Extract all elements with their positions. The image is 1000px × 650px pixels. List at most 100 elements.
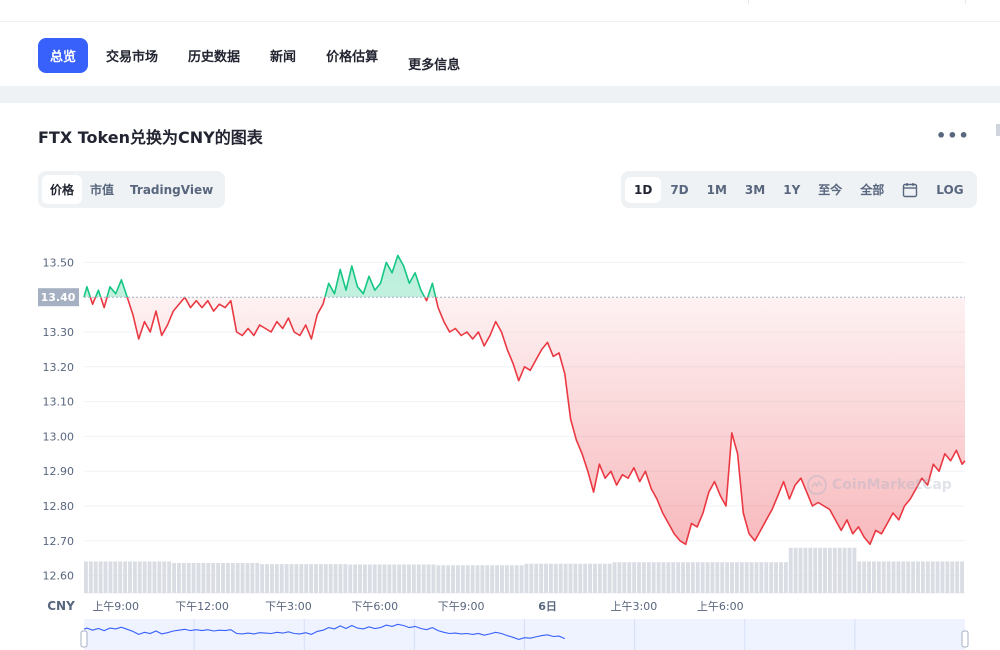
volume-bar (676, 562, 681, 593)
volume-bar (539, 563, 544, 593)
volume-bar (289, 564, 294, 593)
volume-bar (519, 565, 524, 593)
volume-bar (925, 561, 930, 593)
volume-bar (480, 565, 485, 593)
volume-bar (583, 563, 588, 593)
tab-more-info[interactable]: 更多信息 (396, 38, 472, 81)
range-log[interactable]: LOG (927, 177, 972, 203)
volume-bar (950, 561, 955, 593)
volume-bar (162, 561, 167, 593)
volume-bar (700, 562, 705, 593)
volume-bar (152, 561, 157, 593)
volume-bar (681, 562, 686, 593)
price-chart[interactable]: 13.40 13.50 13.30 13.20 13.10 13.00 12.90 12.8… (0, 215, 1000, 650)
volume-bar (446, 565, 451, 593)
range-1y[interactable]: 1Y (774, 177, 809, 203)
volume-bar (911, 561, 916, 593)
divider (748, 0, 749, 4)
volume-bar (240, 562, 245, 593)
volume-bar (411, 564, 416, 593)
y-tick-label: 13.00 (43, 430, 75, 443)
volume-bar (441, 565, 446, 593)
tab-historical-data[interactable]: 历史数据 (176, 38, 252, 73)
volume-bar (612, 562, 617, 593)
y-tick-label: 13.50 (43, 256, 75, 269)
volume-bar (132, 561, 137, 593)
volume-bar (460, 565, 465, 593)
volume-bar (88, 561, 93, 593)
volume-bar (245, 562, 250, 593)
top-strip (0, 0, 1000, 22)
tab-news[interactable]: 新闻 (258, 38, 308, 73)
range-7d[interactable]: 7D (661, 177, 697, 203)
toggle-tradingview[interactable]: TradingView (122, 177, 221, 203)
volume-bar (221, 562, 225, 593)
tab-price-estimates[interactable]: 价格估算 (314, 38, 390, 73)
volume-bar (671, 562, 676, 593)
volume-bar (123, 561, 128, 593)
volume-bar (147, 561, 152, 593)
range-all[interactable]: 全部 (851, 175, 893, 204)
volume-bar (529, 563, 534, 593)
volume-bar (686, 562, 690, 593)
range-3m[interactable]: 3M (736, 177, 774, 203)
volume-bar (137, 561, 142, 593)
volume-bar (353, 564, 358, 593)
volume-bar (250, 562, 255, 593)
volume-bar (695, 562, 700, 593)
volume-bar (788, 547, 793, 593)
volume-bar (793, 547, 798, 593)
range-1m[interactable]: 1M (698, 177, 736, 203)
volume-bar (397, 564, 402, 593)
volume-bar (216, 562, 221, 593)
volume-bar (84, 561, 88, 593)
volume-bar (274, 564, 279, 593)
tab-markets[interactable]: 交易市场 (94, 38, 170, 73)
range-ytd[interactable]: 至今 (809, 175, 851, 204)
volume-bar (901, 561, 906, 593)
volume-bar (514, 565, 519, 593)
watermark-text: CoinMarketCap (832, 477, 952, 493)
section-nav: 总览 交易市场 历史数据 新闻 价格估算 更多信息 (38, 38, 478, 73)
volume-bar (211, 562, 216, 593)
volume-bar (632, 562, 637, 593)
volume-bar (524, 563, 529, 593)
y-tick-label: 12.80 (43, 500, 75, 513)
volume-bar (490, 565, 495, 593)
volume-bar (558, 563, 563, 593)
volume-bar (235, 562, 240, 593)
currency-label: CNY (47, 599, 75, 613)
coinmarketcap-logo-icon (807, 475, 827, 495)
y-tick-label: 13.20 (43, 361, 75, 374)
volume-bar (176, 562, 181, 593)
toggle-market-cap[interactable]: 市值 (82, 175, 122, 204)
volume-bar (666, 562, 671, 593)
volume-bar (284, 564, 289, 593)
volume-bar (617, 562, 622, 593)
more-horizontal-icon[interactable]: ••• (936, 126, 970, 145)
volume-bar (739, 562, 744, 593)
volume-bar (876, 561, 881, 593)
volume-bar (186, 562, 191, 593)
volume-bar (553, 563, 558, 593)
volume-bar (852, 547, 857, 593)
volume-bar (279, 564, 284, 593)
volume-bar (588, 563, 593, 593)
volume-bar (661, 562, 666, 593)
toggle-price[interactable]: 价格 (42, 175, 83, 204)
volume-bar (916, 561, 920, 593)
volume-bar (779, 562, 783, 593)
volume-bar (392, 564, 397, 593)
calendar-button[interactable] (893, 176, 927, 204)
volume-bar (93, 561, 98, 593)
volume-bar (627, 562, 632, 593)
x-tick-label: 下午6:00 (351, 600, 398, 613)
navigator-handle-left (80, 630, 88, 648)
section-divider (0, 86, 1000, 103)
tab-overview[interactable]: 总览 (38, 38, 89, 73)
x-tick-label: 下午12:00 (175, 600, 229, 613)
volume-bar (475, 565, 480, 593)
x-tick-label: 上午6:00 (697, 600, 744, 613)
volume-bar (730, 562, 734, 593)
range-1d[interactable]: 1D (625, 176, 662, 203)
